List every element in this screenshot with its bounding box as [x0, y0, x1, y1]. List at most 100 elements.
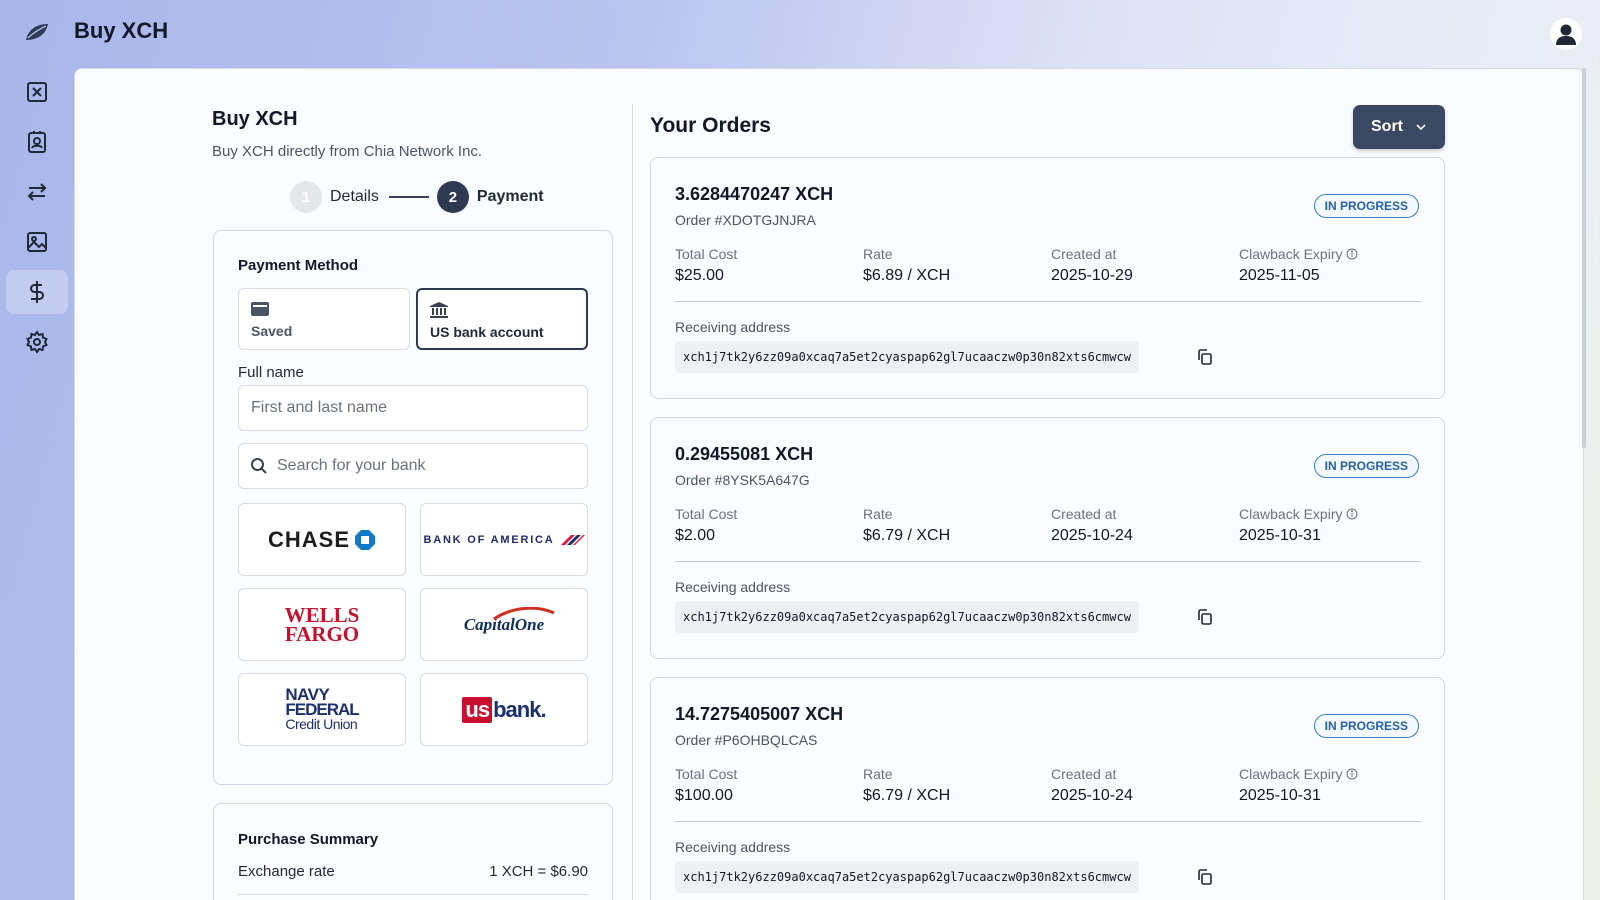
receiving-address-label: Receiving address	[675, 839, 791, 855]
bank-tile-us-bank[interactable]: us bank.	[420, 673, 588, 746]
scrollbar[interactable]	[1582, 68, 1586, 448]
clawback-expiry-label: Clawback Expiry	[1239, 246, 1343, 262]
step-2-label: Payment	[476, 188, 544, 205]
sidebar-item-contacts[interactable]	[6, 120, 68, 164]
clawback-expiry-value: 2025-10-31	[1239, 787, 1321, 804]
copy-icon[interactable]	[1196, 608, 1214, 626]
order-card: 3.6284470247 XCH Order #XDOTGJNJRA IN PR…	[650, 157, 1445, 399]
rate: Rate $6.89 / XCH	[863, 246, 950, 285]
bank-tile-capital-one[interactable]: CapitalOne	[420, 588, 588, 661]
buy-title: Buy XCH	[212, 108, 298, 130]
sidebar-item-settings[interactable]	[6, 320, 68, 364]
info-icon[interactable]	[1346, 508, 1358, 520]
step-1-number[interactable]: 1	[290, 181, 322, 213]
navy-federal-logo: NAVY FEDERAL Credit Union	[285, 686, 359, 732]
chia-x-icon	[27, 82, 47, 102]
receiving-address[interactable]: xch1j7tk2y6zz09a0xcaq7a5et2cyaspap62gl7u…	[675, 861, 1139, 893]
order-amount: 3.6284470247 XCH	[675, 184, 834, 204]
info-icon[interactable]	[1346, 248, 1358, 260]
swap-arrows-icon	[27, 183, 47, 201]
total-cost: Total Cost $2.00	[675, 506, 737, 545]
chase-logo: CHASE	[268, 527, 376, 553]
bank-search-input[interactable]	[238, 443, 588, 489]
app-title: Buy XCH	[74, 18, 169, 43]
total-cost-label: Total Cost	[675, 766, 738, 782]
rate-value: $6.79 / XCH	[863, 787, 951, 804]
total-cost-value: $25.00	[675, 267, 724, 284]
clawback-expiry-label-row: Clawback Expiry	[1239, 506, 1358, 522]
sort-button-label: Sort	[1371, 118, 1403, 135]
flag-icon	[560, 534, 585, 545]
rate-label: Rate	[863, 246, 893, 262]
search-icon	[251, 458, 267, 474]
step-1-label[interactable]: Details	[330, 188, 379, 206]
bank-tile-wells-fargo[interactable]: WELLS FARGO	[238, 588, 406, 661]
tab-saved[interactable]: Saved	[238, 288, 410, 350]
rate-label: Rate	[863, 766, 893, 782]
orders-title: Your Orders	[650, 114, 771, 137]
sidebar-item-tokens[interactable]	[6, 70, 68, 114]
wallet-icon	[251, 302, 269, 316]
clawback-expiry: Clawback Expiry 2025-10-31	[1239, 506, 1358, 545]
tab-us-bank-account-label: US bank account	[430, 324, 544, 340]
chia-leaf-logo-icon	[26, 24, 48, 40]
sidebar-item-nfts[interactable]	[6, 220, 68, 264]
clawback-expiry: Clawback Expiry 2025-11-05	[1239, 246, 1358, 285]
exchange-rate-value: 1 XCH = $6.90	[489, 863, 588, 880]
image-icon	[27, 232, 47, 252]
receiving-address[interactable]: xch1j7tk2y6zz09a0xcaq7a5et2cyaspap62gl7u…	[675, 601, 1139, 633]
step-connector	[388, 196, 429, 198]
capital-one-logo: CapitalOne	[464, 606, 555, 635]
order-card: 14.7275405007 XCH Order #P6OHBQLCAS IN P…	[650, 677, 1445, 900]
swoosh-icon	[493, 606, 555, 620]
sidebar-item-offers[interactable]	[6, 170, 68, 214]
receiving-address[interactable]: xch1j7tk2y6zz09a0xcaq7a5et2cyaspap62gl7u…	[675, 341, 1139, 373]
receiving-address-label: Receiving address	[675, 579, 791, 595]
sidebar-item-buy[interactable]	[6, 270, 68, 314]
order-divider	[675, 561, 1421, 562]
total-cost-value: $100.00	[675, 787, 733, 804]
clawback-expiry-value: 2025-11-05	[1239, 267, 1320, 284]
step-2-number: 2	[436, 181, 469, 213]
bank-tile-navy-federal[interactable]: NAVY FEDERAL Credit Union	[238, 673, 406, 746]
clawback-expiry-label: Clawback Expiry	[1239, 766, 1343, 782]
copy-icon[interactable]	[1196, 868, 1214, 886]
total-cost-label: Total Cost	[675, 246, 738, 262]
stepper: 1 Details 2 Payment	[290, 180, 544, 214]
wells-fargo-line-2: FARGO	[284, 621, 360, 646]
clawback-expiry-value: 2025-10-31	[1239, 527, 1321, 544]
contacts-icon	[28, 131, 46, 153]
rate: Rate $6.79 / XCH	[863, 766, 950, 805]
total-cost-value: $2.00	[675, 527, 716, 544]
navy-federal-line-2: FEDERAL	[285, 700, 359, 719]
created-at-label: Created at	[1051, 766, 1117, 782]
copy-icon[interactable]	[1196, 348, 1214, 366]
order-id: Order #XDOTGJNJRA	[675, 212, 816, 228]
total-cost: Total Cost $25.00	[675, 246, 737, 285]
order-id: Order #8YSK5A647G	[675, 472, 810, 488]
created-at-label: Created at	[1051, 246, 1117, 262]
created-at-value: 2025-10-24	[1051, 527, 1133, 544]
top-bar: Buy XCH	[0, 0, 1600, 68]
bank-tile-chase[interactable]: CHASE	[238, 503, 406, 576]
full-name-input[interactable]	[238, 385, 588, 431]
rate: Rate $6.79 / XCH	[863, 506, 950, 545]
created-at-label: Created at	[1051, 506, 1117, 522]
created-at-value: 2025-10-24	[1051, 787, 1133, 804]
rate-label: Rate	[863, 506, 893, 522]
rate-value: $6.89 / XCH	[863, 267, 951, 284]
payment-method-card: Payment Method Saved US bank account Ful…	[213, 230, 613, 785]
clawback-expiry: Clawback Expiry 2025-10-31	[1239, 766, 1358, 805]
gear-icon	[26, 330, 48, 354]
us-bank-us: us	[462, 696, 493, 723]
sort-button[interactable]: Sort	[1353, 105, 1445, 149]
us-bank-logo: us bank.	[462, 696, 547, 723]
clawback-expiry-label: Clawback Expiry	[1239, 506, 1343, 522]
navy-federal-line-3: Credit Union	[285, 716, 358, 732]
info-icon[interactable]	[1346, 768, 1358, 780]
bank-tile-bank-of-america[interactable]: BANK OF AMERICA	[420, 503, 588, 576]
tab-us-bank-account[interactable]: US bank account	[416, 288, 588, 350]
order-amount: 0.29455081 XCH	[675, 444, 814, 464]
user-avatar[interactable]	[1550, 18, 1582, 50]
summary-divider	[238, 894, 588, 895]
